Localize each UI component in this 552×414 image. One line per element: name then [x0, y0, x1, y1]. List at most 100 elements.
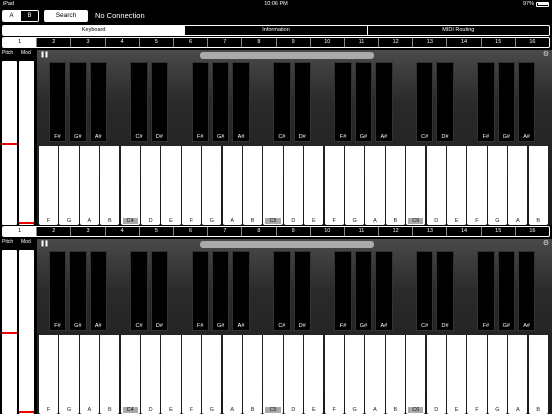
white-key[interactable]: D: [141, 146, 161, 225]
black-key[interactable]: A#: [375, 251, 393, 331]
black-key[interactable]: D#: [436, 251, 454, 331]
white-key[interactable]: A: [365, 146, 385, 225]
white-key[interactable]: F: [181, 335, 201, 414]
channel-tab[interactable]: 16: [514, 38, 549, 47]
black-key[interactable]: C#: [273, 251, 291, 331]
black-key[interactable]: F#: [191, 251, 209, 331]
white-key[interactable]: C5: [263, 335, 283, 414]
channel-tab[interactable]: 11: [343, 227, 378, 236]
channel-tab[interactable]: 7: [207, 38, 241, 47]
black-key[interactable]: G#: [211, 62, 230, 142]
black-key[interactable]: A#: [232, 62, 250, 142]
white-key[interactable]: B: [243, 335, 263, 414]
search-button[interactable]: Search: [44, 10, 88, 22]
white-key[interactable]: B: [100, 146, 120, 225]
tab-keyboard[interactable]: Keyboard: [3, 26, 185, 35]
white-key[interactable]: C6: [406, 146, 426, 225]
white-key[interactable]: G: [202, 335, 222, 414]
white-key[interactable]: A: [508, 335, 528, 414]
white-key[interactable]: G: [59, 146, 79, 225]
channel-tab[interactable]: 6: [172, 227, 207, 236]
pitch-wheel[interactable]: [2, 61, 17, 225]
channel-tab[interactable]: 2: [36, 227, 70, 236]
black-key[interactable]: C#: [273, 62, 291, 142]
black-key[interactable]: G#: [497, 62, 515, 142]
keyboard-scroll-handle[interactable]: [200, 52, 374, 59]
white-key[interactable]: F: [467, 146, 487, 225]
white-key[interactable]: G: [487, 146, 507, 225]
black-key[interactable]: F#: [48, 251, 67, 331]
black-key[interactable]: F#: [477, 251, 495, 331]
white-key[interactable]: F: [39, 335, 59, 414]
tab-b[interactable]: B: [20, 11, 38, 21]
white-key[interactable]: E: [447, 146, 467, 225]
pitch-wheel[interactable]: [2, 250, 17, 414]
channel-tab[interactable]: 12: [378, 227, 412, 236]
white-key[interactable]: G: [345, 146, 365, 225]
black-key[interactable]: D#: [150, 62, 169, 142]
gear-icon[interactable]: ⚙: [543, 239, 549, 247]
channel-tab[interactable]: 3: [70, 227, 104, 236]
channel-tab[interactable]: 14: [446, 227, 480, 236]
channel-tab[interactable]: 1: [3, 38, 37, 47]
gear-icon[interactable]: ⚙: [543, 50, 549, 58]
pause-icon[interactable]: ❚❚: [40, 240, 49, 247]
white-key[interactable]: E: [304, 146, 324, 225]
tab-information[interactable]: Information: [184, 26, 366, 35]
black-key[interactable]: A#: [517, 251, 536, 331]
tab-a[interactable]: A: [3, 11, 20, 21]
black-key[interactable]: F#: [477, 62, 495, 142]
black-key[interactable]: F#: [191, 62, 209, 142]
keyboard-scroll-handle[interactable]: [200, 241, 374, 248]
black-key[interactable]: G#: [354, 251, 373, 331]
white-key[interactable]: A: [79, 146, 99, 225]
white-key[interactable]: E: [304, 335, 324, 414]
white-key[interactable]: D: [141, 335, 161, 414]
white-key[interactable]: B: [385, 146, 405, 225]
channel-tab[interactable]: 6: [172, 38, 207, 47]
black-key[interactable]: G#: [211, 251, 230, 331]
channel-tab[interactable]: 12: [378, 38, 412, 47]
black-key[interactable]: C#: [130, 251, 148, 331]
channel-tab[interactable]: 16: [514, 227, 549, 236]
channel-tab[interactable]: 2: [36, 38, 70, 47]
white-key[interactable]: A: [222, 146, 242, 225]
black-key[interactable]: C#: [415, 62, 434, 142]
black-key[interactable]: A#: [89, 62, 107, 142]
mod-wheel[interactable]: [19, 250, 34, 414]
white-key[interactable]: D: [426, 335, 446, 414]
white-key[interactable]: F: [467, 335, 487, 414]
channel-tab[interactable]: 9: [275, 227, 310, 236]
channel-tab[interactable]: 8: [241, 227, 275, 236]
white-key[interactable]: G: [202, 146, 222, 225]
white-key[interactable]: E: [161, 335, 181, 414]
channel-tab[interactable]: 4: [104, 38, 139, 47]
channel-tab[interactable]: 1: [3, 227, 37, 236]
white-key[interactable]: E: [161, 146, 181, 225]
black-key[interactable]: C#: [415, 251, 434, 331]
black-key[interactable]: A#: [89, 251, 107, 331]
channel-tab[interactable]: 15: [480, 38, 515, 47]
black-key[interactable]: G#: [69, 62, 87, 142]
channel-tab[interactable]: 3: [70, 38, 104, 47]
channel-tab[interactable]: 14: [446, 38, 480, 47]
white-key[interactable]: C4: [120, 335, 140, 414]
black-key[interactable]: D#: [150, 251, 169, 331]
white-key[interactable]: D: [426, 146, 446, 225]
black-key[interactable]: F#: [334, 251, 352, 331]
white-key[interactable]: F: [324, 335, 344, 414]
white-key[interactable]: F: [181, 146, 201, 225]
black-key[interactable]: G#: [69, 251, 87, 331]
black-key[interactable]: G#: [354, 62, 373, 142]
white-key[interactable]: B: [528, 335, 548, 414]
white-key[interactable]: A: [79, 335, 99, 414]
black-key[interactable]: A#: [375, 62, 393, 142]
black-key[interactable]: D#: [436, 62, 454, 142]
black-key[interactable]: D#: [293, 62, 311, 142]
white-key[interactable]: G: [59, 335, 79, 414]
black-key[interactable]: A#: [232, 251, 250, 331]
white-key[interactable]: F: [324, 146, 344, 225]
black-key[interactable]: F#: [334, 62, 352, 142]
white-key[interactable]: B: [100, 335, 120, 414]
channel-tab[interactable]: 8: [241, 38, 275, 47]
